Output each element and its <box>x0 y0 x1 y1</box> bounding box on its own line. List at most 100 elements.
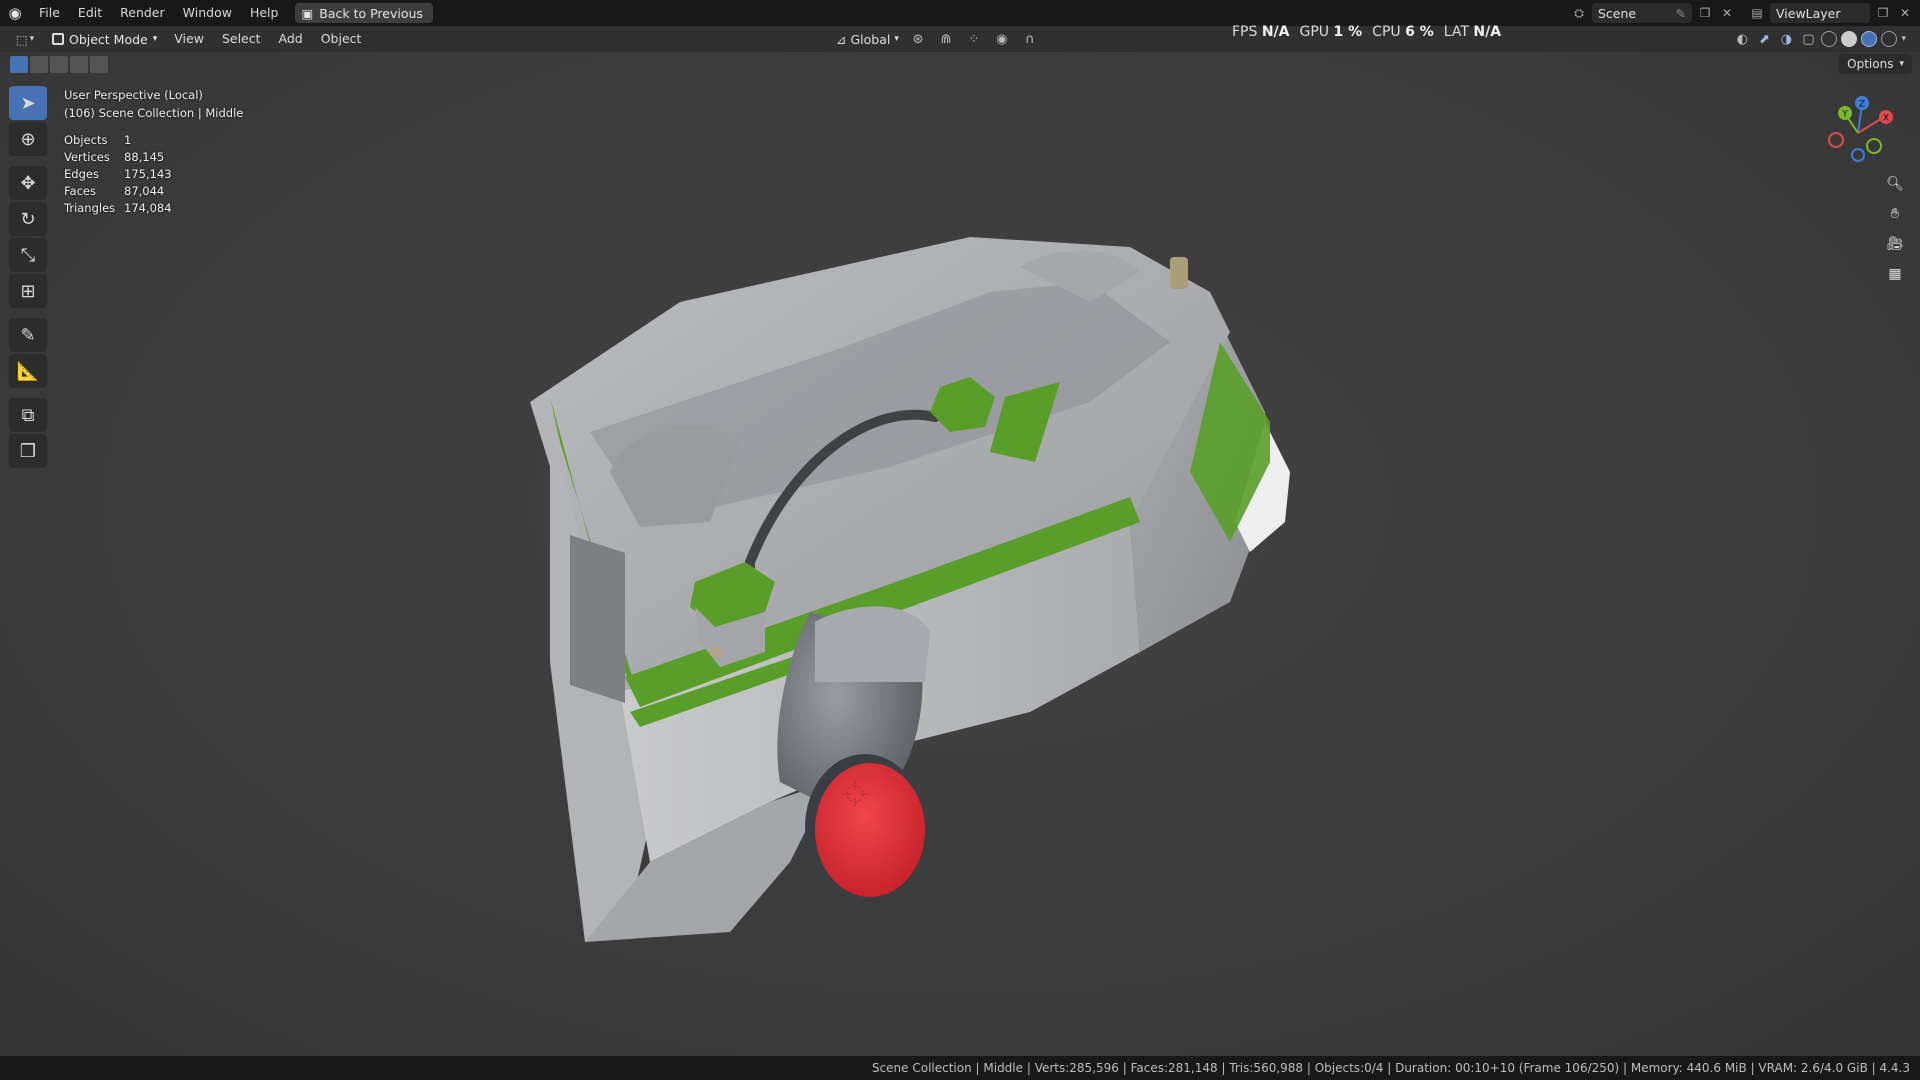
rotate-icon: ↻ <box>20 208 36 230</box>
measure-tool[interactable]: 📐 <box>9 354 47 388</box>
cursor-tool[interactable]: ⊕ <box>9 122 47 156</box>
new-view-layer-icon[interactable]: ❐ <box>1874 4 1892 22</box>
scene-icon[interactable]: ⛭ <box>1570 4 1588 22</box>
status-text: Scene Collection | Middle | Verts:285,59… <box>871 1061 1910 1075</box>
options-dropdown[interactable]: Options ▾ <box>1839 54 1912 74</box>
select-extend-icon[interactable] <box>30 56 48 73</box>
stat-value: 1 <box>124 133 132 147</box>
cpu-value: 6 % <box>1405 24 1434 40</box>
select-subtract-icon[interactable] <box>50 56 68 73</box>
orientation-label: Global <box>850 31 891 47</box>
add-object-tool[interactable]: ❒ <box>9 434 47 468</box>
blender-logo-icon[interactable]: ◉ <box>0 0 30 26</box>
ruler-icon: 📐 <box>16 360 40 382</box>
ortho-grid-icon[interactable]: ▦ <box>1882 262 1908 286</box>
zoom-icon[interactable]: 🔍︎ <box>1882 172 1908 196</box>
top-post <box>1170 257 1188 289</box>
falloff-icon[interactable]: ∩ <box>1021 30 1039 48</box>
editor-type-button[interactable]: ⬚ ▾ <box>6 28 44 50</box>
delete-view-layer-icon[interactable]: ✕ <box>1896 4 1914 22</box>
menu-object[interactable]: Object <box>312 26 371 52</box>
menu-select[interactable]: Select <box>213 26 270 52</box>
back-to-previous-button[interactable]: ▣ Back to Previous <box>295 3 433 23</box>
select-invert-icon[interactable] <box>70 56 88 73</box>
select-box-tool[interactable]: ➤ <box>9 86 47 120</box>
menu-render[interactable]: Render <box>111 0 174 26</box>
proportional-edit-icon[interactable]: ◉ <box>993 30 1011 48</box>
topbar-right: ⛭ Scene ✎ ❐ ✕ ▤ ViewLayer ❐ ✕ <box>1570 0 1920 26</box>
gizmo-toggle-icon[interactable]: ⬈ <box>1755 30 1773 48</box>
performance-overlay: FPS N/A GPU 1 % CPU 6 % LAT N/A <box>1232 24 1501 40</box>
gizmo-neg-x-axis[interactable] <box>1828 132 1844 148</box>
3d-model-render[interactable] <box>530 222 1320 962</box>
view-layer-name: ViewLayer <box>1776 5 1841 21</box>
select-new-icon[interactable] <box>10 56 28 73</box>
view-layer-icon[interactable]: ▤ <box>1748 4 1766 22</box>
chevron-down-icon: ▾ <box>1899 59 1904 69</box>
stat-value: 174,084 <box>124 201 172 215</box>
gizmo-y-label: Y <box>1841 110 1848 120</box>
camera-view-icon[interactable]: 🎥︎ <box>1882 232 1908 256</box>
stat-value: 175,143 <box>124 167 172 181</box>
scene-field[interactable]: Scene ✎ <box>1592 3 1692 23</box>
stat-label: Edges <box>64 167 99 181</box>
chevron-down-icon: ▾ <box>152 34 158 44</box>
material-preview-shading-icon[interactable] <box>1861 31 1878 47</box>
cpu-label: CPU <box>1372 24 1401 40</box>
transform-icon: ⊞ <box>20 280 36 302</box>
viewport-info-overlay: User Perspective (Local) (106) Scene Col… <box>64 86 243 217</box>
view-layer-field[interactable]: ViewLayer <box>1770 3 1870 23</box>
visibility-icon[interactable]: ◐ <box>1733 30 1751 48</box>
rotate-tool[interactable]: ↻ <box>9 202 47 236</box>
menu-window[interactable]: Window <box>174 0 241 26</box>
stat-value: 88,145 <box>124 150 165 164</box>
menu-help[interactable]: Help <box>241 0 288 26</box>
new-scene-icon[interactable]: ❐ <box>1696 4 1714 22</box>
navigation-gizmo[interactable]: Z X Y <box>1818 88 1898 168</box>
orientation-dropdown[interactable]: ⊿ Global ▾ <box>836 32 899 47</box>
gizmo-z-label: Z <box>1859 100 1865 110</box>
stat-label: Faces <box>64 184 96 198</box>
active-collection: (106) Scene Collection | Middle <box>64 106 244 120</box>
selection-mode-buttons <box>10 56 108 73</box>
top-bar: ◉ File Edit Render Window Help ▣ Back to… <box>0 0 1920 26</box>
menu-view[interactable]: View <box>165 26 213 52</box>
options-label: Options <box>1847 57 1894 71</box>
3d-viewport[interactable]: Options ▾ ➤ ⊕ ✥ ↻ ⤡ ⊞ ✎ 📐 ⧉ ❒ User Persp… <box>0 52 1920 1056</box>
pin-icon[interactable]: ✎ <box>1676 6 1686 21</box>
add-cube-tool[interactable]: ⧉ <box>9 398 47 432</box>
transform-tool[interactable]: ⊞ <box>9 274 47 308</box>
lat-value: N/A <box>1473 24 1502 40</box>
snap-icon[interactable]: ⋒ <box>937 30 955 48</box>
object-mode-label: Object Mode <box>69 31 148 47</box>
pivot-point-icon[interactable]: ⊛ <box>909 30 927 48</box>
gizmo-neg-z-axis[interactable] <box>1851 148 1865 162</box>
snap-target-icon[interactable]: ⁘ <box>965 30 983 48</box>
solid-shading-icon[interactable] <box>1841 31 1858 47</box>
3d-cursor-icon: ⊕ <box>20 128 36 150</box>
move-tool[interactable]: ✥ <box>9 166 47 200</box>
annotate-tool[interactable]: ✎ <box>9 318 47 352</box>
viewport-header: ⬚ ▾ Object Mode ▾ View Select Add Object… <box>0 26 1920 52</box>
delete-scene-icon[interactable]: ✕ <box>1718 4 1736 22</box>
scene-statistics: Objects 1 Vertices 88,145 Edges 175,143 Fac… <box>64 132 243 217</box>
fps-label: FPS <box>1232 24 1258 40</box>
wireframe-shading-icon[interactable] <box>1821 31 1838 47</box>
object-mode-dropdown[interactable]: Object Mode ▾ <box>48 29 165 49</box>
annotate-pencil-icon: ✎ <box>20 324 36 346</box>
xray-icon[interactable]: ▢ <box>1799 30 1817 48</box>
rendered-shading-icon[interactable] <box>1881 31 1898 47</box>
screen-back-icon: ▣ <box>301 5 314 21</box>
menu-edit[interactable]: Edit <box>69 0 111 26</box>
scale-tool[interactable]: ⤡ <box>9 238 47 272</box>
stat-label: Triangles <box>64 201 116 215</box>
overlay-toggle-icon[interactable]: ◑ <box>1777 30 1795 48</box>
menu-add[interactable]: Add <box>270 26 312 52</box>
gizmo-neg-y-axis[interactable] <box>1866 138 1882 154</box>
pan-hand-icon[interactable]: ✋︎ <box>1882 202 1908 226</box>
select-intersect-icon[interactable] <box>90 56 108 73</box>
chevron-down-icon[interactable]: ▾ <box>1901 34 1906 44</box>
tool-shelf: ➤ ⊕ ✥ ↻ ⤡ ⊞ ✎ 📐 ⧉ ❒ <box>9 86 47 468</box>
menu-file[interactable]: File <box>30 0 69 26</box>
scene-name: Scene <box>1598 5 1637 21</box>
